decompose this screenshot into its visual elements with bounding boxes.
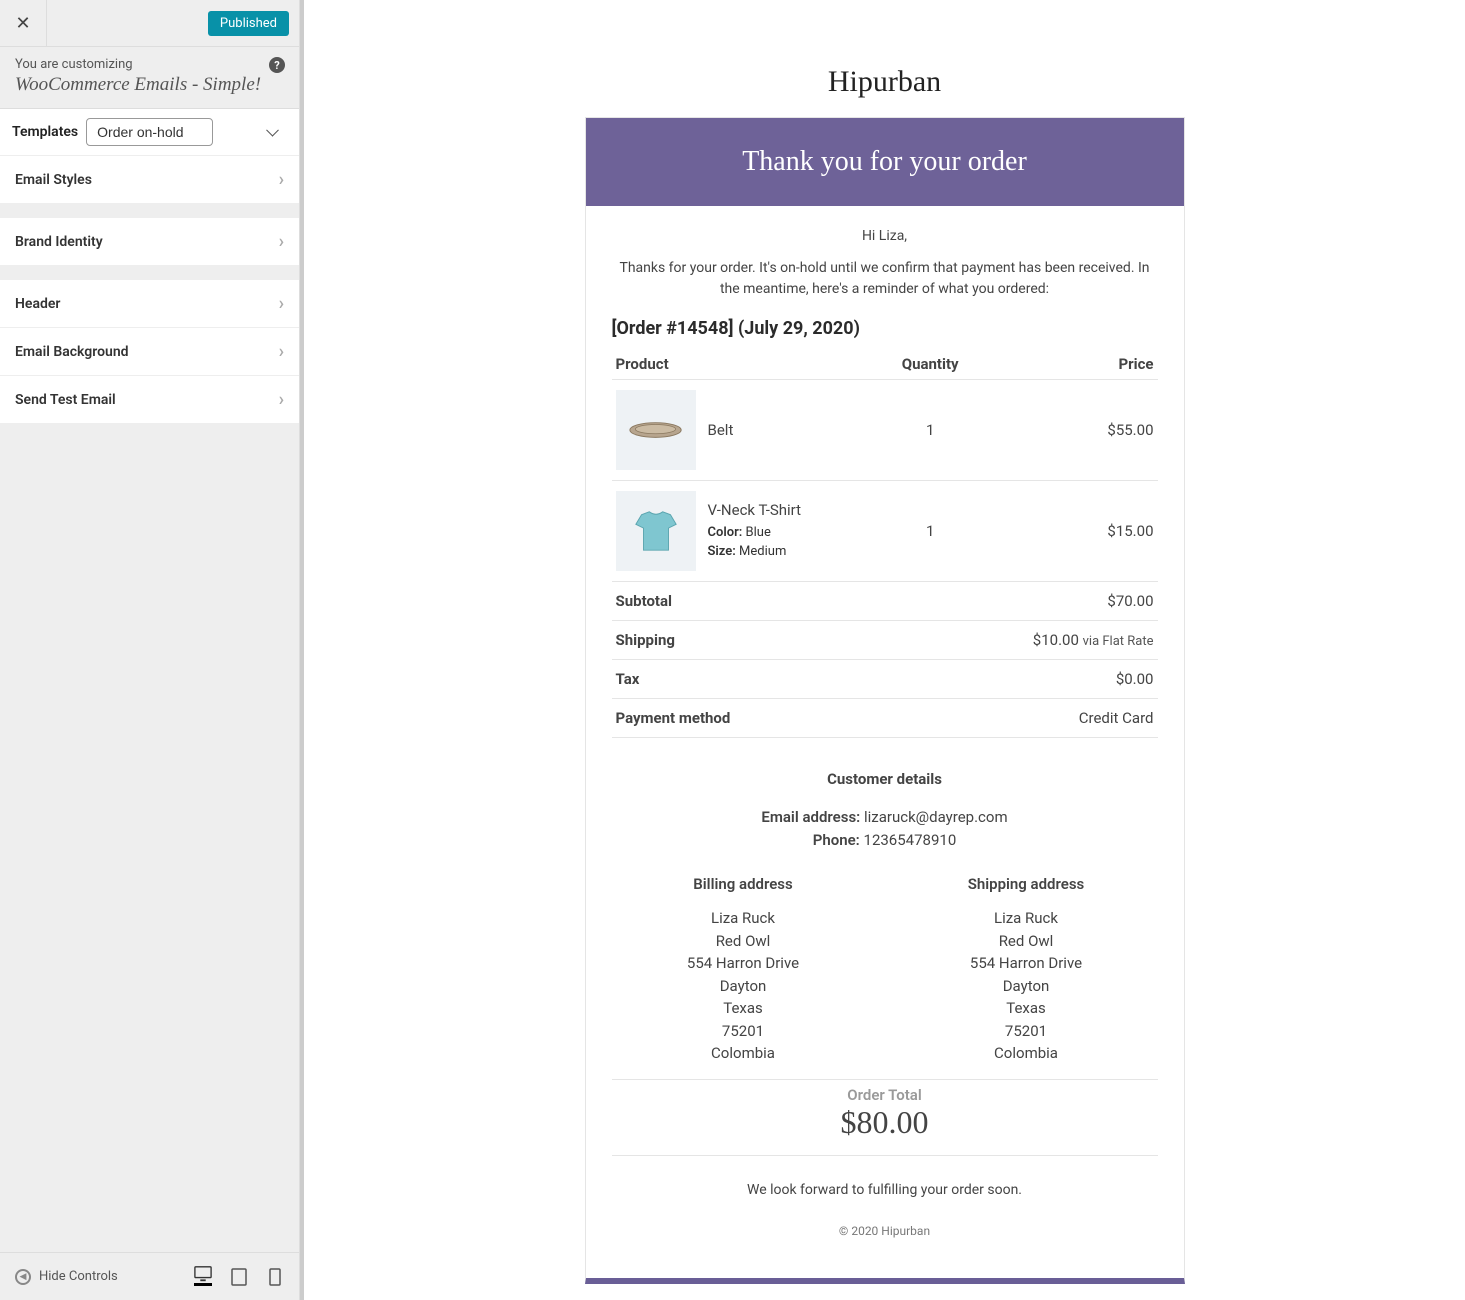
- device-preview-switcher: [194, 1268, 284, 1286]
- order-heading: [Order #14548] (July 29, 2020): [612, 318, 1158, 339]
- preview-pane[interactable]: Hipurban Thank you for your order Hi Liz…: [300, 0, 1465, 1300]
- panel-item-brand-identity[interactable]: Brand Identity ›: [0, 218, 299, 266]
- panel-item-header[interactable]: Header ›: [0, 280, 299, 328]
- summary-label: Shipping: [612, 621, 976, 660]
- product-price: $15.00: [976, 481, 1158, 582]
- product-attributes: Color: BlueSize: Medium: [708, 524, 802, 560]
- panel-item-email-background[interactable]: Email Background ›: [0, 328, 299, 376]
- panel-item-label: Brand Identity: [15, 234, 103, 250]
- publish-status-badge[interactable]: Published: [208, 11, 289, 36]
- customer-email-label: Email address:: [761, 808, 860, 826]
- mobile-device-icon[interactable]: [266, 1268, 284, 1286]
- chevron-right-icon: ›: [279, 341, 284, 362]
- order-total: Order Total $80.00: [612, 1079, 1158, 1156]
- email-outro: We look forward to fulfilling your order…: [612, 1182, 1158, 1198]
- product-name: Belt: [708, 421, 734, 439]
- customizing-info: You are customizing WooCommerce Emails -…: [0, 47, 299, 109]
- summary-row: Tax$0.00: [612, 660, 1158, 699]
- order-total-amount: $80.00: [612, 1104, 1158, 1141]
- templates-select[interactable]: Order on-hold: [86, 118, 213, 146]
- summary-row: Subtotal$70.00: [612, 582, 1158, 621]
- desktop-device-icon[interactable]: [194, 1268, 212, 1286]
- shipping-address: Shipping address Liza RuckRed Owl554 Har…: [895, 875, 1158, 1065]
- summary-label: Payment method: [612, 699, 976, 738]
- summary-value: $10.00 via Flat Rate: [976, 621, 1158, 660]
- customer-phone-value: 12365478910: [864, 831, 957, 849]
- billing-address-heading: Billing address: [612, 875, 875, 893]
- shipping-address-heading: Shipping address: [895, 875, 1158, 893]
- customer-phone-label: Phone:: [813, 831, 860, 849]
- panel-item-send-test-email[interactable]: Send Test Email ›: [0, 376, 299, 424]
- email-header: Thank you for your order: [586, 118, 1184, 206]
- help-icon[interactable]: ?: [269, 57, 285, 73]
- sidebar-footer: ◀ Hide Controls: [0, 1252, 299, 1300]
- address-lines: Liza RuckRed Owl554 Harron DriveDaytonTe…: [895, 907, 1158, 1065]
- chevron-right-icon: ›: [279, 293, 284, 314]
- panel-item-label: Header: [15, 296, 60, 312]
- email-footer: © 2020 Hipurban: [612, 1224, 1158, 1268]
- email-intro: Thanks for your order. It's on-hold unti…: [612, 258, 1158, 300]
- customer-email-value: lizaruck@dayrep.com: [864, 808, 1008, 826]
- tablet-device-icon[interactable]: [230, 1268, 248, 1286]
- sidebar-header: ✕ Published: [0, 0, 299, 47]
- panel-item-label: Email Styles: [15, 172, 92, 188]
- email-greeting: Hi Liza,: [612, 228, 1158, 244]
- hide-controls-button[interactable]: ◀ Hide Controls: [15, 1269, 118, 1285]
- product-thumbnail: [616, 390, 696, 470]
- panel-item-label: Email Background: [15, 344, 129, 360]
- product-qty: 1: [884, 380, 975, 481]
- panel-item-email-styles[interactable]: Email Styles ›: [0, 156, 299, 204]
- product-name: V-Neck T-Shirt: [708, 501, 802, 519]
- hide-controls-label: Hide Controls: [39, 1269, 118, 1284]
- summary-row: Shipping$10.00 via Flat Rate: [612, 621, 1158, 660]
- table-row: V-Neck T-Shirt Color: BlueSize: Medium 1$1…: [612, 481, 1158, 582]
- product-thumbnail: [616, 491, 696, 571]
- customizer-sidebar: ✕ Published You are customizing WooComme…: [0, 0, 300, 1300]
- order-total-label: Order Total: [612, 1086, 1158, 1104]
- customizing-title: WooCommerce Emails - Simple!: [15, 74, 284, 96]
- chevron-right-icon: ›: [279, 389, 284, 410]
- product-qty: 1: [884, 481, 975, 582]
- customer-details-heading: Customer details: [612, 770, 1158, 788]
- summary-label: Subtotal: [612, 582, 976, 621]
- table-row: Belt 1$55.00: [612, 380, 1158, 481]
- customer-details: Customer details Email address: lizaruck…: [612, 770, 1158, 851]
- summary-row: Payment methodCredit Card: [612, 699, 1158, 738]
- collapse-icon: ◀: [15, 1269, 31, 1285]
- column-quantity: Quantity: [884, 349, 975, 380]
- summary-value: $70.00: [976, 582, 1158, 621]
- close-button[interactable]: ✕: [0, 0, 47, 47]
- column-price: Price: [976, 349, 1158, 380]
- address-lines: Liza RuckRed Owl554 Harron DriveDaytonTe…: [612, 907, 875, 1065]
- chevron-right-icon: ›: [279, 231, 284, 252]
- summary-value: Credit Card: [976, 699, 1158, 738]
- billing-address: Billing address Liza RuckRed Owl554 Harr…: [612, 875, 875, 1065]
- summary-label: Tax: [612, 660, 976, 699]
- email-card: Thank you for your order Hi Liza, Thanks…: [585, 117, 1185, 1284]
- product-price: $55.00: [976, 380, 1158, 481]
- column-product: Product: [612, 349, 885, 380]
- templates-row: Templates Order on-hold: [0, 109, 299, 156]
- addresses: Billing address Liza RuckRed Owl554 Harr…: [612, 875, 1158, 1065]
- order-table: Product Quantity Price Belt1$55.00V-Neck…: [612, 349, 1158, 738]
- panel-item-label: Send Test Email: [15, 392, 116, 408]
- brand-title: Hipurban: [828, 65, 941, 99]
- templates-label: Templates: [12, 124, 78, 140]
- customizing-label: You are customizing: [15, 57, 284, 72]
- chevron-right-icon: ›: [279, 169, 284, 190]
- summary-value: $0.00: [976, 660, 1158, 699]
